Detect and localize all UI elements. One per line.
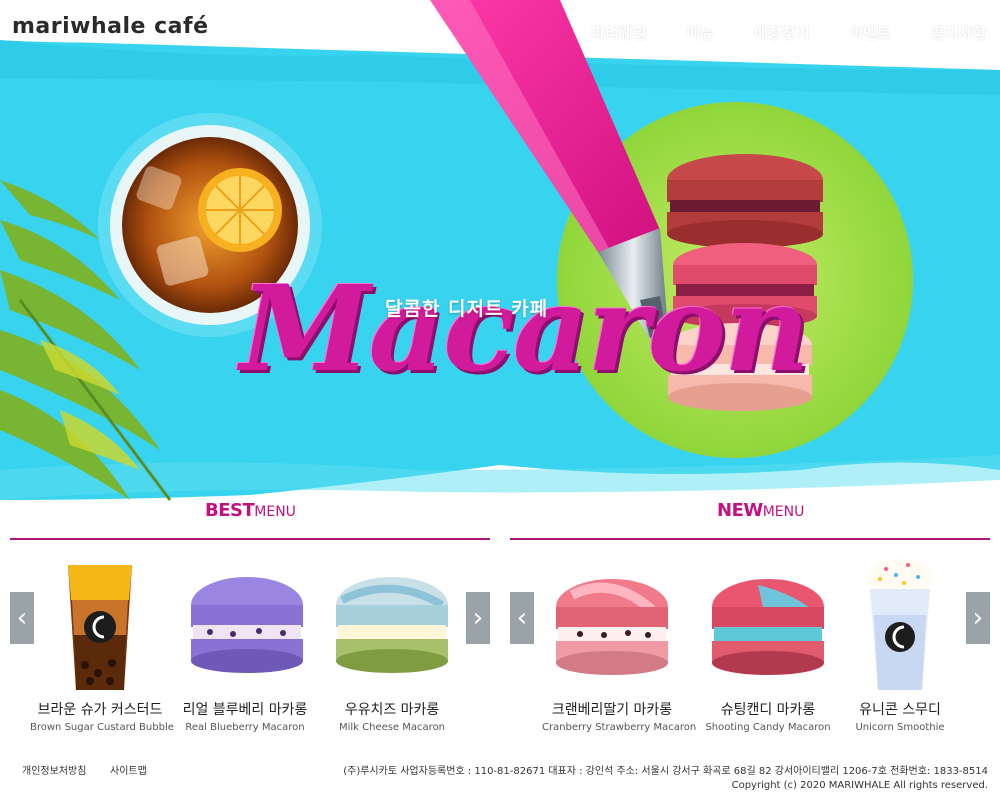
new-heading-light: MENU (762, 504, 805, 520)
item-name-en: Milk Cheese Macaron (338, 722, 446, 733)
menu-item-cranberry-macaron[interactable]: 크랜베리딸기 마카롱 Cranberry Strawberry Macaron (542, 555, 697, 733)
milk-cheese-macaron-image (322, 555, 462, 695)
item-name-ko: 크랜베리딸기 마카롱 (551, 702, 673, 718)
new-heading-strong: NEW (717, 500, 763, 521)
main-nav: 마리웨일 메뉴 매장찾기 이벤트 공지사항 (551, 22, 986, 43)
site-logo[interactable]: mariwhale café (12, 14, 209, 39)
item-name-en: Shooting Candy Macaron (705, 722, 831, 733)
nav-item-menu[interactable]: 메뉴 (687, 22, 715, 43)
item-name-ko: 리얼 블루베리 마카롱 (182, 702, 308, 718)
menu-item-milk-cheese-macaron[interactable]: 우유치즈 마카롱 Milk Cheese Macaron (322, 555, 462, 733)
sitemap-link[interactable]: 사이트맵 (110, 762, 147, 777)
item-name-en: Brown Sugar Custard Bubble (30, 722, 174, 733)
best-menu-heading: BESTMENU (205, 500, 296, 521)
item-name-ko: 우유치즈 마카롱 (344, 702, 440, 718)
brown-sugar-drink-image (30, 555, 170, 695)
best-next-arrow[interactable]: › (466, 592, 490, 644)
nav-item-about[interactable]: 마리웨일 (591, 22, 646, 43)
hero-title: Macaron (240, 259, 810, 398)
new-menu-heading: NEWMENU (717, 500, 804, 521)
shooting-candy-macaron-image (698, 555, 838, 695)
privacy-policy-link[interactable]: 개인정보처방침 (22, 762, 86, 777)
item-name-en: Unicorn Smoothie (855, 722, 945, 733)
item-name-en: Real Blueberry Macaron (185, 722, 305, 733)
best-heading-light: MENU (254, 504, 296, 520)
menu-item-brown-sugar[interactable]: 브라운 슈가 커스터드 Brown Sugar Custard Bubble (30, 555, 174, 733)
blueberry-macaron-image (175, 555, 315, 695)
company-info: (주)루시카토 사업자등록번호 : 110-81-82671 대표자 : 강인석… (343, 766, 988, 777)
best-menu-divider (10, 538, 490, 540)
hero-tagline: 달콤한 디저트 카페 (385, 298, 549, 320)
new-menu-divider (510, 538, 990, 540)
new-prev-arrow[interactable]: ‹ (510, 592, 534, 644)
menu-item-blueberry-macaron[interactable]: 리얼 블루베리 마카롱 Real Blueberry Macaron (175, 555, 315, 733)
nav-item-events[interactable]: 이벤트 (849, 22, 890, 43)
best-heading-strong: BEST (205, 500, 255, 521)
hero-banner: mariwhale café 마리웨일 메뉴 매장찾기 이벤트 공지사항 Mac… (0, 0, 1000, 560)
item-name-ko: 유니콘 스무디 (859, 702, 941, 718)
menu-item-unicorn-smoothie[interactable]: 유니콘 스무디 Unicorn Smoothie (830, 555, 970, 733)
copyright: Copyright (c) 2020 MARIWHALE All rights … (731, 780, 988, 791)
unicorn-smoothie-image (830, 555, 970, 695)
menu-item-shooting-candy-macaron[interactable]: 슈팅캔디 마카롱 Shooting Candy Macaron (698, 555, 838, 733)
cranberry-macaron-image (542, 555, 682, 695)
nav-item-notices[interactable]: 공지사항 (931, 22, 986, 43)
site-footer: 개인정보처방침 사이트맵 (주)루시카토 사업자등록번호 : 110-81-82… (0, 752, 1000, 800)
item-name-ko: 브라운 슈가 커스터드 (37, 702, 163, 718)
item-name-ko: 슈팅캔디 마카롱 (720, 702, 816, 718)
nav-item-store-finder[interactable]: 매장찾기 (754, 22, 809, 43)
item-name-en: Cranberry Strawberry Macaron (542, 722, 697, 733)
